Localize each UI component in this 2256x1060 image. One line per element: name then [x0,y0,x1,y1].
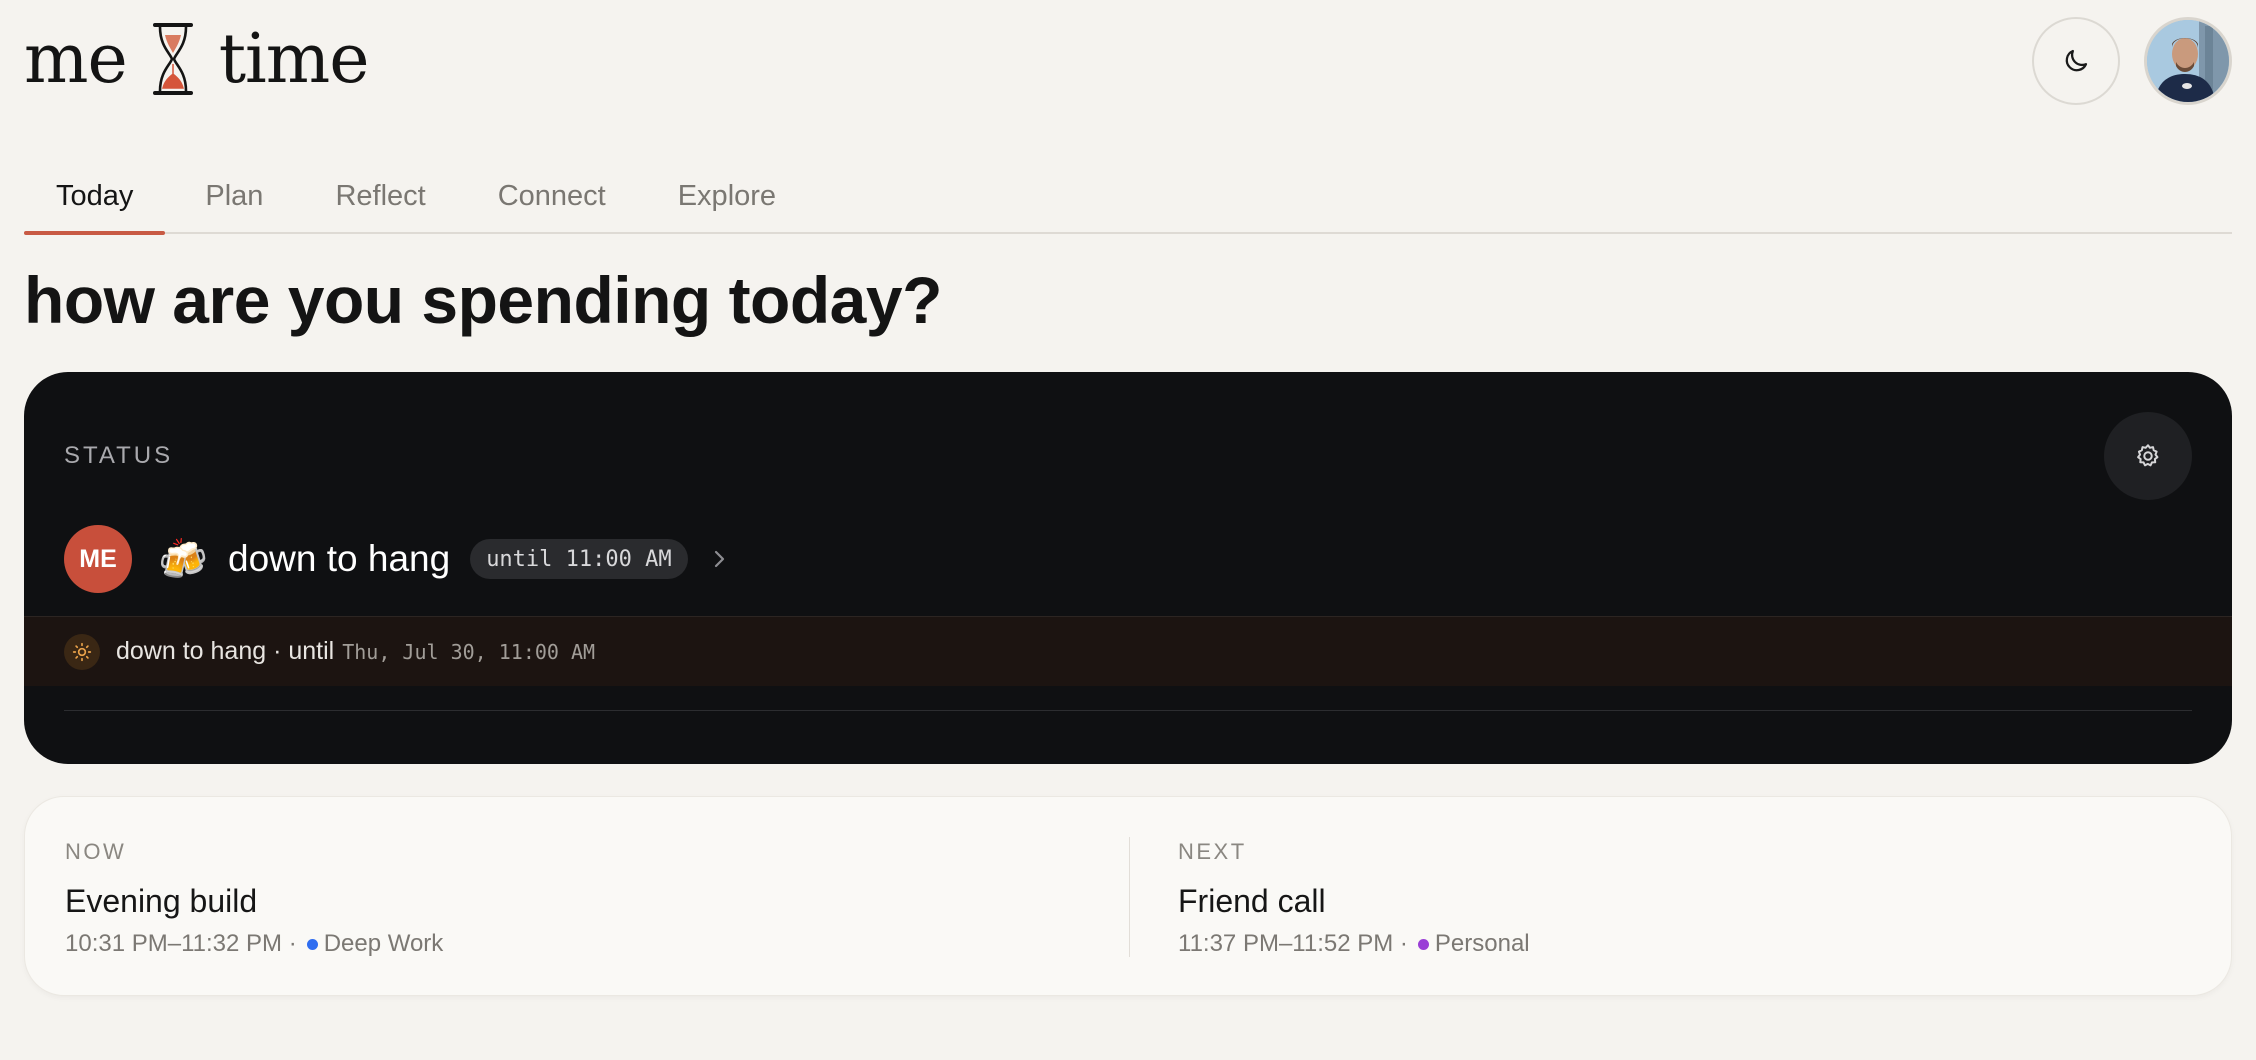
now-time: 10:31 PM–11:32 PM · [65,930,297,957]
next-time: 11:37 PM–11:52 PM · [1178,930,1408,957]
avatar[interactable] [2144,17,2232,105]
banner-date: Thu, Jul 30, 11:00 AM [342,639,596,664]
banner-text: down to hang · until [116,637,335,665]
now-next-card: NOW Evening build 10:31 PM–11:32 PM · De… [24,796,2232,996]
main-tabs: Today Plan Reflect Connect Explore [24,160,2232,235]
tab-reflect[interactable]: Reflect [303,160,457,232]
next-category-dot [1417,938,1429,950]
header-actions [2032,17,2232,105]
status-section-label: STATUS [64,442,174,469]
user-avatar-image [2147,20,2229,102]
status-card: STATUS ME 🍻 down to hang until 11:00 AM [24,372,2232,764]
beer-mugs-emoji-icon: 🍻 [158,537,208,582]
next-category: Personal [1434,930,1530,957]
next-title: Friend call [1178,883,1326,919]
tab-plan[interactable]: Plan [173,160,295,232]
page-title: how are you spending today? [24,263,942,337]
gear-icon [2137,444,2159,467]
tab-explore[interactable]: Explore [646,160,808,232]
chevron-right-icon[interactable] [710,547,730,571]
next-label: NEXT [1178,839,1247,864]
hourglass-icon [152,23,193,95]
app-root: me time Today Plan Reflect Connect Explo… [0,0,2256,1060]
tab-connect[interactable]: Connect [466,160,638,232]
tab-today[interactable]: Today [24,160,166,235]
now-category: Deep Work [323,930,444,957]
status-until-pill[interactable]: until 11:00 AM [470,539,688,579]
now-section[interactable]: NOW Evening build 10:31 PM–11:32 PM · De… [65,839,443,958]
now-next-separator [1129,837,1130,957]
now-title: Evening build [65,883,258,919]
now-category-dot [306,938,318,950]
next-meta: 11:37 PM–11:52 PM · Personal [1178,930,1530,958]
sun-icon [64,633,100,670]
logo-text-right: time [218,19,370,99]
status-banner: down to hang · until Thu, Jul 30, 11:00 … [24,616,2232,686]
now-label: NOW [65,839,127,864]
status-settings-button[interactable] [2104,412,2192,500]
theme-toggle-button[interactable] [2032,17,2120,105]
app-logo[interactable]: me time [24,19,370,99]
status-row[interactable]: ME 🍻 down to hang until 11:00 AM [64,524,730,594]
now-meta: 10:31 PM–11:32 PM · Deep Work [65,930,443,958]
user-initials-badge: ME [64,525,132,593]
logo-text-left: me [24,19,128,99]
status-divider [64,710,2192,711]
moon-icon [2065,49,2088,72]
header: me time [24,14,370,104]
status-text: down to hang [228,538,451,579]
next-section[interactable]: NEXT Friend call 11:37 PM–11:52 PM · Per… [1178,839,1530,958]
